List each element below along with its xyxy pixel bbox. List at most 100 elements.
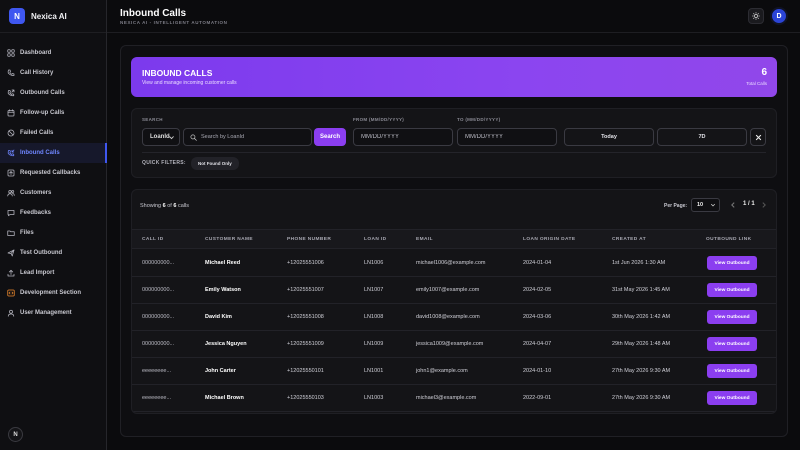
phone-outgoing-icon: [7, 89, 15, 97]
view-outbound-button[interactable]: View Outbound: [707, 337, 757, 351]
sidebar-item-label: Test Outbound: [20, 250, 63, 256]
table-row[interactable]: eeeeeeee... Michael Brown +12025550103 LN10…: [132, 385, 776, 412]
loan-origin-date-cell: 2024-04-07: [523, 341, 552, 347]
search-button[interactable]: Search: [314, 128, 346, 146]
sidebar-item-lead-import[interactable]: Lead Import: [0, 263, 106, 283]
not-found-only-chip[interactable]: Not Found Only: [191, 157, 239, 170]
table-row[interactable]: 000000000... David Kim +12025551008 LN1008 d…: [132, 304, 776, 331]
search-icon: [190, 133, 197, 141]
grid-icon: [7, 49, 15, 57]
folder-icon: [7, 229, 15, 237]
filter-divider: [142, 152, 766, 153]
sidebar-item-label: Lead Import: [20, 270, 55, 276]
loan-origin-date-cell: 2024-03-06: [523, 314, 552, 320]
theme-toggle-button[interactable]: [748, 8, 764, 24]
created-at-cell: 30th May 2026 1:42 AM: [612, 314, 671, 320]
table-row[interactable]: 000000000... Jessica Nguyen +12025551009 LN…: [132, 331, 776, 358]
from-date-label: FROM (MM/DD/YYYY): [353, 117, 405, 122]
loan-origin-date-cell: 2024-01-04: [523, 260, 552, 266]
callback-icon: [7, 169, 15, 177]
search-input[interactable]: [201, 134, 311, 140]
view-outbound-button[interactable]: View Outbound: [707, 391, 757, 405]
sidebar-item-failed-calls[interactable]: Failed Calls: [0, 123, 106, 143]
sidebar-item-requested-callbacks[interactable]: Requested Callbacks: [0, 163, 106, 183]
code-icon: [7, 289, 15, 297]
column-header: OUTBOUND LINK: [706, 237, 752, 242]
loan-origin-date-cell: 2022-09-01: [523, 395, 552, 401]
search-field-value: LoanId: [150, 134, 170, 140]
banner-subtitle: View and manage incoming customer calls: [142, 80, 237, 86]
loan-id-cell: LN1007: [364, 287, 384, 293]
column-header: LOAN ORIGIN DATE: [523, 237, 576, 242]
view-outbound-button[interactable]: View Outbound: [707, 283, 757, 297]
loan-id-cell: LN1006: [364, 260, 384, 266]
sidebar-item-label: Inbound Calls: [20, 150, 60, 156]
loan-id-cell: LN1008: [364, 314, 384, 320]
email-cell: michael3@example.com: [416, 395, 477, 401]
sidebar-item-outbound-calls[interactable]: Outbound Calls: [0, 83, 106, 103]
table-row[interactable]: eeeeeeee... John Carter +12025550101 LN1001…: [132, 358, 776, 385]
customer-name-cell: Michael Brown: [205, 395, 244, 401]
user-icon: [7, 309, 15, 317]
sidebar-item-label: Customers: [20, 190, 52, 196]
user-avatar[interactable]: D: [770, 7, 788, 25]
call-id-cell: 000000000...: [142, 260, 175, 266]
sidebar-item-follow-up-calls[interactable]: Follow-up Calls: [0, 103, 106, 123]
sidebar-item-label: Feedbacks: [20, 210, 52, 216]
view-outbound-button[interactable]: View Outbound: [707, 364, 757, 378]
table-row[interactable]: 000000000... Emily Watson +12025551007 LN10…: [132, 277, 776, 304]
users-icon: [7, 189, 15, 197]
next-page-icon[interactable]: [760, 201, 768, 209]
today-button[interactable]: Today: [564, 128, 654, 146]
email-cell: emily1007@example.com: [416, 287, 480, 293]
seven-day-button[interactable]: 7D: [657, 128, 747, 146]
sidebar-item-files[interactable]: Files: [0, 223, 106, 243]
inbound-banner: INBOUND CALLS View and manage incoming c…: [131, 57, 777, 97]
sidebar-item-feedbacks[interactable]: Feedbacks: [0, 203, 106, 223]
search-box[interactable]: [183, 128, 312, 146]
to-date-field[interactable]: [457, 128, 557, 146]
call-id-cell: eeeeeeee...: [142, 368, 172, 374]
brand[interactable]: N Nexica AI: [0, 0, 106, 33]
sidebar-item-test-outbound[interactable]: Test Outbound: [0, 243, 106, 263]
search-field-select[interactable]: LoanId: [142, 128, 180, 146]
sidebar-item-dashboard[interactable]: Dashboard: [0, 43, 106, 63]
sidebar-item-user-management[interactable]: User Management: [0, 303, 106, 323]
sidebar-item-label: User Management: [20, 310, 72, 316]
per-page-label: Per Page:: [664, 203, 688, 209]
sidebar-item-development-section[interactable]: Development Section: [0, 283, 106, 303]
column-header: CUSTOMER NAME: [205, 237, 254, 242]
sidebar-item-label: Outbound Calls: [20, 90, 65, 96]
previous-page-icon[interactable]: [729, 201, 737, 209]
sidebar-item-label: Dashboard: [20, 50, 52, 56]
call-id-cell: eeeeeeee...: [142, 395, 172, 401]
close-icon: [755, 134, 761, 140]
sidebar-item-customers[interactable]: Customers: [0, 183, 106, 203]
chevron-down-icon: [169, 136, 174, 140]
footer-logo-button[interactable]: N: [8, 427, 23, 442]
call-id-cell: 000000000...: [142, 287, 175, 293]
sidebar-item-call-history[interactable]: Call History: [0, 63, 106, 83]
brand-name: Nexica AI: [31, 11, 67, 21]
page-title: Inbound Calls: [120, 8, 187, 19]
sidebar-item-inbound-calls[interactable]: Inbound Calls: [0, 143, 107, 163]
view-outbound-button[interactable]: View Outbound: [707, 256, 757, 270]
phone-icon: [7, 69, 15, 77]
sun-icon: [752, 12, 760, 20]
sidebar: N Nexica AI Dashboard Call History Outboun…: [0, 0, 107, 450]
to-date-input[interactable]: [458, 129, 556, 145]
ban-icon: [7, 129, 15, 137]
sidebar-item-label: Follow-up Calls: [20, 110, 65, 116]
phone-number-cell: +12025551007: [287, 287, 324, 293]
from-date-input[interactable]: [354, 129, 452, 145]
total-calls-label: Total Calls: [746, 81, 767, 86]
phone-number-cell: +12025551008: [287, 314, 324, 320]
per-page-select[interactable]: 10: [691, 198, 720, 212]
search-label: SEARCH: [142, 117, 163, 122]
clear-filters-button[interactable]: [750, 128, 766, 146]
from-date-field[interactable]: [353, 128, 453, 146]
customer-name-cell: David Kim: [205, 314, 232, 320]
email-cell: john1@example.com: [416, 368, 468, 374]
table-row[interactable]: 000000000... Michael Reed +12025551006 LN10…: [132, 250, 776, 277]
view-outbound-button[interactable]: View Outbound: [707, 310, 757, 324]
